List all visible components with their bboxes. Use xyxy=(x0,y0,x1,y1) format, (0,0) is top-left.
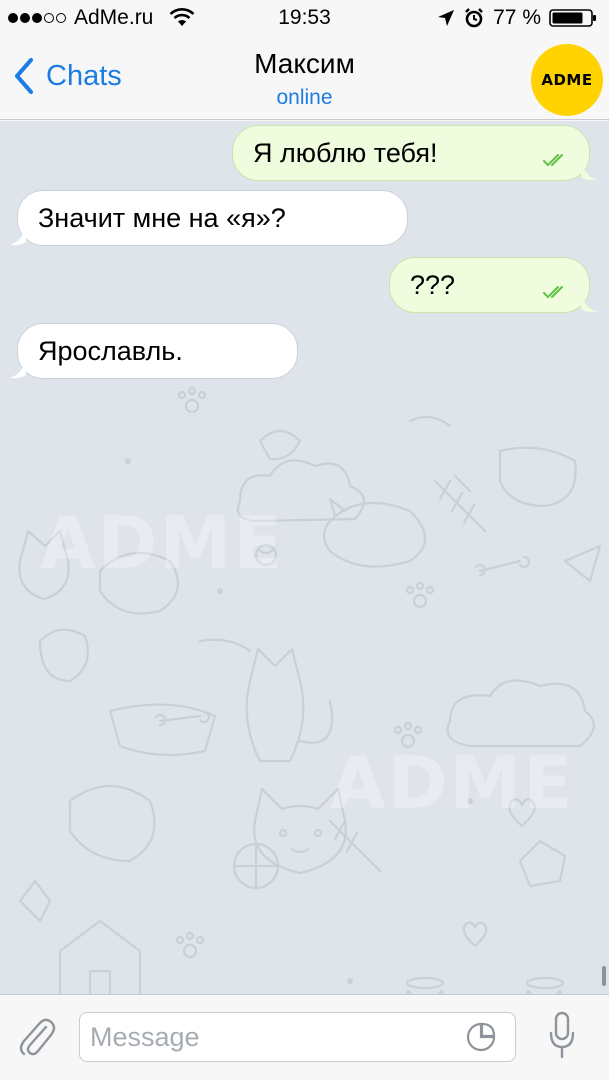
battery-percentage: 77 % xyxy=(493,6,541,29)
scroll-indicator[interactable] xyxy=(602,966,606,986)
sticker-icon[interactable] xyxy=(466,1022,496,1052)
message-text: Я люблю тебя! xyxy=(253,137,438,168)
bubble-tail xyxy=(10,224,26,246)
incoming-message-bubble[interactable]: Ярославль. xyxy=(10,323,298,379)
double-check-icon xyxy=(543,286,563,299)
bubble-tail xyxy=(581,159,597,181)
message-input-bar xyxy=(0,994,609,1080)
incoming-message-bubble[interactable]: Значит мне на «я»? xyxy=(10,190,408,246)
contact-status: online xyxy=(276,86,333,109)
message-text: Ярославль. xyxy=(38,335,183,366)
contact-avatar[interactable]: ADME xyxy=(531,44,603,116)
status-bar: AdMe.ru 19:53 77 % xyxy=(0,0,609,38)
outgoing-message-bubble[interactable]: ??? xyxy=(389,257,597,313)
message-input[interactable] xyxy=(79,1012,516,1062)
alarm-clock-icon xyxy=(465,8,483,28)
chat-messages-area[interactable]: ADME ADME Я люблю тебя! Значит мне на «я… xyxy=(0,121,609,994)
chat-wallpaper-doodles xyxy=(18,386,602,994)
battery-icon xyxy=(549,9,596,27)
contact-name[interactable]: Максим xyxy=(0,48,609,80)
location-arrow-icon xyxy=(438,10,455,26)
microphone-icon[interactable] xyxy=(548,1011,576,1059)
outgoing-message-bubble[interactable]: Я люблю тебя! xyxy=(232,125,597,181)
navigation-bar: Chats Максим online ADME xyxy=(0,38,609,120)
message-text: Значит мне на «я»? xyxy=(38,202,286,233)
bubble-tail xyxy=(581,291,597,313)
paperclip-icon[interactable] xyxy=(18,1013,56,1057)
bubble-tail xyxy=(10,357,26,379)
status-right: 77 % xyxy=(437,6,597,30)
telegram-chat-screen: AdMe.ru 19:53 77 % Chats Максим online A… xyxy=(0,0,609,1080)
double-check-icon xyxy=(543,154,563,167)
message-text: ??? xyxy=(410,269,456,300)
